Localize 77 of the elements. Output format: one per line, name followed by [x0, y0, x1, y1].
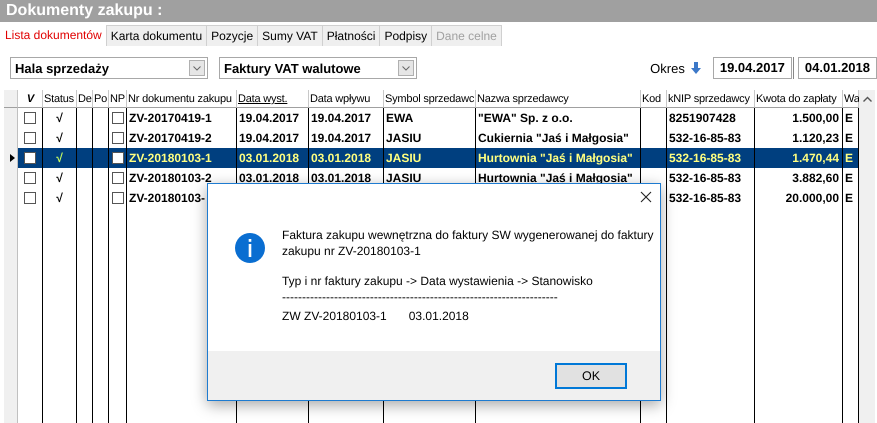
checkbox[interactable]	[24, 192, 36, 204]
status-check: √	[56, 190, 63, 207]
checkbox[interactable]	[24, 172, 36, 184]
date-to-field[interactable]: 04.01.2018	[798, 57, 877, 79]
table-cell: "EWA" Sp. z o.o.	[476, 108, 641, 128]
table-cell: EWA	[384, 108, 476, 128]
column-header[interactable]: Data wpływu	[309, 90, 384, 108]
period-label: Okres	[650, 60, 685, 76]
scroll-up-icon[interactable]	[862, 96, 872, 102]
table-cell: 3.882,60	[755, 168, 843, 188]
column-header[interactable]: Symbol sprzedawc	[384, 90, 476, 108]
status-check: √	[56, 170, 63, 187]
dialog-caption: Typ i nr faktury zakupu -> Data wystawienia -> Stanowisko	[282, 273, 594, 289]
column-header[interactable]: De	[77, 90, 93, 108]
table-cell: ZV-20180103-1	[127, 148, 237, 168]
tab[interactable]: Podpisy	[379, 25, 432, 46]
down-arrow-icon[interactable]	[690, 62, 701, 74]
table-cell: 1.500,00	[755, 108, 843, 128]
status-check: √	[56, 130, 63, 147]
dropdown-value: Faktury VAT walutowe	[224, 60, 361, 76]
ok-button[interactable]: OK	[555, 362, 627, 388]
table-cell: 8251907428	[667, 108, 755, 128]
column-header[interactable]: V	[18, 90, 43, 108]
table-cell: 532-16-85-83	[667, 168, 755, 188]
column-header[interactable]: Po	[93, 90, 109, 108]
column-header[interactable]: Kwota do zapłaty	[755, 90, 843, 108]
column-header[interactable]: Wa	[843, 90, 859, 108]
tab[interactable]: Pozycje	[206, 25, 258, 46]
caret-icon	[402, 66, 410, 70]
header-corner	[4, 90, 18, 108]
dropdown-button[interactable]	[189, 60, 205, 76]
window-title: Dokumenty zakupu :	[0, 0, 877, 22]
table-cell: 03.01.2018	[309, 148, 384, 168]
checkbox[interactable]	[112, 132, 124, 144]
column-header[interactable]: Nr dokumentu zakupu	[127, 90, 237, 108]
checkbox[interactable]	[24, 112, 36, 124]
dashed-separator: ---------------------------------------------------------------------	[282, 289, 559, 305]
column-header[interactable]: NP	[109, 90, 127, 108]
table-cell: 19.04.2017	[309, 108, 384, 128]
close-icon[interactable]	[640, 191, 652, 203]
table-cell: JASIU	[384, 148, 476, 168]
checkbox[interactable]	[24, 132, 36, 144]
document-date: 03.01.2018	[408, 308, 469, 324]
column-header[interactable]: kNIP sprzedawcy	[667, 90, 755, 108]
table-cell: 03.01.2018	[237, 148, 309, 168]
table-cell: E	[843, 148, 859, 168]
scrollbar[interactable]	[859, 90, 875, 423]
tab[interactable]: Sumy VAT	[257, 25, 323, 46]
column-header[interactable]: Kod	[641, 90, 667, 108]
column-header[interactable]: Status	[43, 90, 77, 108]
caret-icon	[193, 66, 201, 70]
column-header[interactable]: Nazwa sprzedawcy	[476, 90, 641, 108]
info-icon	[234, 232, 266, 264]
tab[interactable]: Płatności	[322, 25, 380, 46]
status-check: √	[56, 110, 63, 127]
checkbox[interactable]	[112, 112, 124, 124]
checkbox[interactable]	[112, 172, 124, 184]
dropdown-button[interactable]	[398, 60, 414, 76]
dropdown-value: Hala sprzedaży	[15, 60, 109, 76]
table-cell: 19.04.2017	[237, 108, 309, 128]
table-cell: Hurtownia "Jaś i Małgosia"	[476, 148, 641, 168]
dialog-message: Faktura zakupu wewnętrzna do faktury SW wygenerowanej do faktury zakupu nr ZV-20180103-1	[282, 227, 655, 259]
tab[interactable]: Karta dokumentu	[106, 25, 208, 46]
table-cell: 1.470,44	[755, 148, 843, 168]
checkbox[interactable]	[24, 152, 36, 164]
warehouse-dropdown[interactable]: Hala sprzedaży	[10, 57, 208, 79]
date-from-field[interactable]: 19.04.2017	[712, 57, 792, 79]
table-cell: 532-16-85-83	[667, 148, 755, 168]
checkbox[interactable]	[112, 152, 124, 164]
status-check: √	[56, 150, 63, 167]
document-type-dropdown[interactable]: Faktury VAT walutowe	[219, 57, 417, 79]
checkbox[interactable]	[112, 192, 124, 204]
table-cell: ZV-20170419-1	[127, 108, 237, 128]
document-number: ZW ZV-20180103-1	[282, 308, 387, 324]
table-cell: 20.000,00	[755, 188, 843, 208]
column-header[interactable]: Data wyst.	[237, 90, 309, 108]
table-cell: 532-16-85-83	[667, 188, 755, 208]
